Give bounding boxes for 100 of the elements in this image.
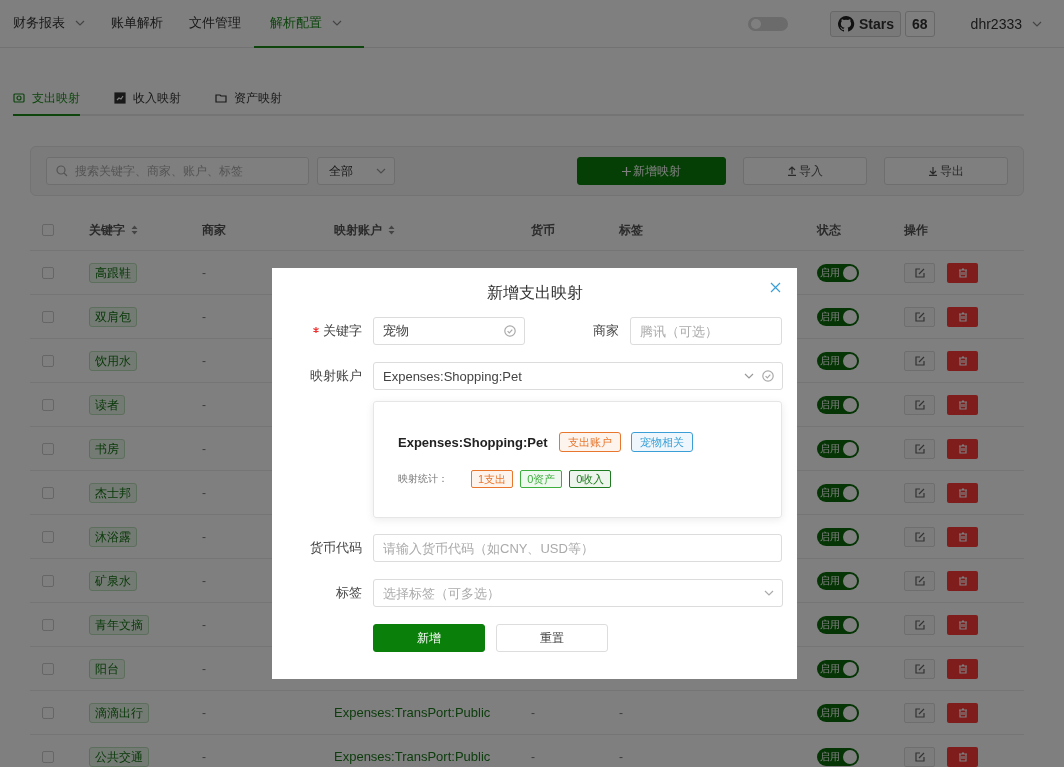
keyword-field[interactable]: 宠物 [373, 317, 525, 345]
column-header: 货币 [531, 221, 555, 239]
select-all-checkbox[interactable] [42, 224, 54, 236]
edit-icon [914, 531, 925, 542]
column-header: 标签 [619, 221, 643, 239]
edit-button[interactable] [904, 702, 935, 723]
submit-button[interactable]: 新增 [373, 624, 485, 652]
status-toggle[interactable]: 启用 [817, 395, 859, 414]
table-cell: - [202, 265, 206, 280]
github-stars-button[interactable]: Stars [830, 10, 902, 37]
status-toggle[interactable]: 启用 [817, 527, 859, 546]
keyword-tag: 阳台 [89, 658, 125, 679]
table-cell: - [619, 705, 623, 720]
delete-button[interactable] [947, 702, 978, 723]
status-toggle[interactable]: 启用 [817, 263, 859, 282]
edit-button[interactable] [904, 570, 935, 591]
row-checkbox[interactable] [42, 750, 54, 763]
nav-item[interactable]: 账单解析 [98, 0, 176, 48]
import-button[interactable]: 导入 [743, 157, 867, 185]
filter-select[interactable]: 全部 [317, 157, 395, 185]
export-button[interactable]: 导出 [884, 157, 1008, 185]
delete-button[interactable] [947, 394, 978, 415]
delete-button[interactable] [947, 306, 978, 327]
github-icon [837, 14, 855, 33]
chevron-down-icon [764, 590, 774, 596]
keyword-tag: 读者 [89, 394, 125, 415]
edit-icon [914, 707, 925, 718]
nav-item[interactable]: 解析配置 [254, 0, 364, 48]
edit-button[interactable] [904, 526, 935, 547]
status-toggle[interactable]: 启用 [817, 439, 859, 458]
currency-field[interactable]: 请输入货币代码（如CNY、USD等） [373, 534, 782, 562]
status-toggle[interactable]: 启用 [817, 307, 859, 326]
tab[interactable]: 支出映射 [13, 82, 80, 116]
keyword-tag: 矿泉水 [89, 570, 137, 591]
add-mapping-button[interactable]: 新增映射 [577, 157, 726, 185]
status-toggle[interactable]: 启用 [817, 615, 859, 634]
tags-select[interactable]: 选择标签（可多选） [373, 579, 783, 607]
edit-button[interactable] [904, 394, 935, 415]
delete-button[interactable] [947, 658, 978, 679]
reset-button[interactable]: 重置 [496, 624, 608, 652]
row-checkbox[interactable] [42, 266, 54, 279]
row-checkbox[interactable] [42, 310, 54, 323]
edit-button[interactable] [904, 350, 935, 371]
table-cell: - [202, 705, 206, 720]
money-icon [13, 92, 25, 104]
tab[interactable]: 收入映射 [114, 82, 181, 116]
nav-item[interactable]: 财务报表 [0, 0, 98, 48]
edit-button[interactable] [904, 658, 935, 679]
delete-button[interactable] [947, 350, 978, 371]
upload-icon [787, 166, 797, 176]
folder-icon [215, 92, 227, 104]
star-count: 68 [905, 10, 935, 37]
row-checkbox[interactable] [42, 662, 54, 675]
table-cell: - [202, 353, 206, 368]
tab[interactable]: 资产映射 [215, 82, 282, 116]
edit-icon [914, 751, 925, 762]
edit-button[interactable] [904, 262, 935, 283]
row-checkbox[interactable] [42, 530, 54, 543]
edit-button[interactable] [904, 306, 935, 327]
status-toggle[interactable]: 启用 [817, 659, 859, 678]
row-checkbox[interactable] [42, 398, 54, 411]
column-header: 商家 [202, 221, 226, 239]
trash-icon [957, 355, 968, 366]
row-checkbox[interactable] [42, 486, 54, 499]
stats-label: 映射统计： [398, 472, 448, 486]
delete-button[interactable] [947, 746, 978, 767]
row-checkbox[interactable] [42, 706, 54, 719]
merchant-field[interactable]: 腾讯（可选） [630, 317, 782, 345]
edit-button[interactable] [904, 438, 935, 459]
user-menu[interactable]: dhr2333 [970, 15, 1042, 32]
field-label: 货币代码 [310, 540, 362, 555]
status-toggle[interactable]: 启用 [817, 483, 859, 502]
row-checkbox[interactable] [42, 618, 54, 631]
delete-button[interactable] [947, 262, 978, 283]
dialog-title: 新增支出映射 [486, 283, 583, 303]
delete-button[interactable] [947, 526, 978, 547]
account-select[interactable]: Expenses:Shopping:Pet [373, 362, 783, 390]
row-checkbox[interactable] [42, 354, 54, 367]
trash-icon [957, 707, 968, 718]
delete-button[interactable] [947, 482, 978, 503]
stat-tag: 0资产 [520, 470, 563, 488]
status-toggle[interactable]: 启用 [817, 703, 859, 722]
table-cell: - [531, 749, 535, 764]
delete-button[interactable] [947, 614, 978, 635]
status-toggle[interactable]: 启用 [817, 351, 859, 370]
edit-button[interactable] [904, 746, 935, 767]
chevron-down-icon [376, 168, 386, 174]
status-toggle[interactable]: 启用 [817, 571, 859, 590]
status-toggle[interactable]: 启用 [817, 747, 859, 766]
delete-button[interactable] [947, 570, 978, 591]
edit-button[interactable] [904, 614, 935, 635]
nav-item[interactable]: 文件管理 [176, 0, 254, 48]
table-cell: - [202, 485, 206, 500]
row-checkbox[interactable] [42, 442, 54, 455]
edit-button[interactable] [904, 482, 935, 503]
stat-tag: 0收入 [569, 470, 612, 488]
row-checkbox[interactable] [42, 574, 54, 587]
delete-button[interactable] [947, 438, 978, 459]
field-label: 标签 [336, 585, 362, 600]
stat-tag: 1支出 [471, 470, 514, 488]
